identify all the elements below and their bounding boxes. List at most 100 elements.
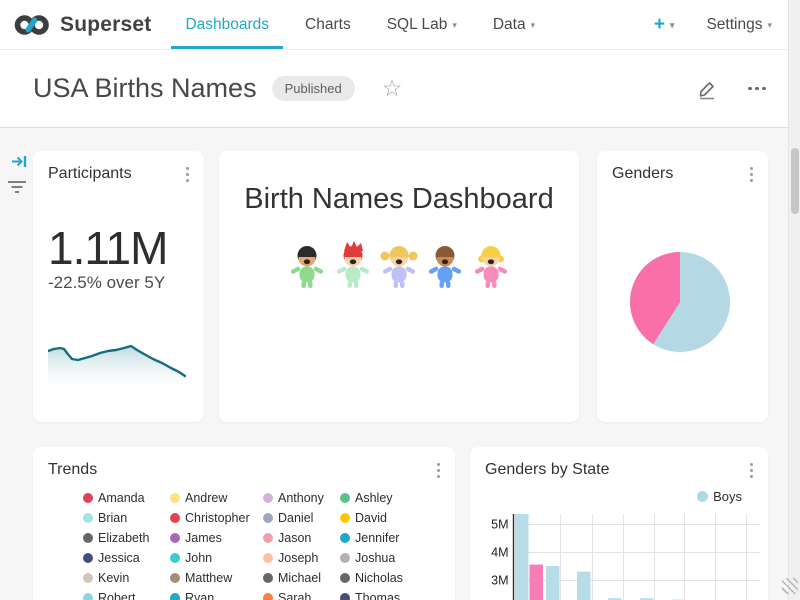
brand-name: Superset	[60, 13, 151, 37]
legend-item-david[interactable]: David	[340, 511, 435, 525]
filter-icon	[7, 180, 27, 194]
legend-item-john[interactable]: John	[170, 551, 263, 565]
legend-dot	[170, 493, 180, 503]
legend-item-thomas[interactable]: Thomas	[340, 591, 435, 600]
chevron-down-icon: ▾	[452, 20, 457, 31]
scrollbar-thumb[interactable]	[791, 148, 799, 214]
big-number-delta: -22.5% over 5Y	[48, 273, 165, 293]
card-title: Genders	[612, 165, 673, 183]
genders-pie-chart	[630, 252, 730, 352]
legend-item-jason[interactable]: Jason	[263, 531, 340, 545]
legend-label: Thomas	[355, 591, 400, 600]
legend-label: Andrew	[185, 491, 227, 505]
legend-item-jennifer[interactable]: Jennifer	[340, 531, 435, 545]
legend-label: Anthony	[278, 491, 324, 505]
legend-item-christopher[interactable]: Christopher	[170, 511, 263, 525]
superset-logo[interactable]: Superset	[14, 12, 151, 38]
settings-label: Settings	[706, 16, 762, 34]
legend-dot	[83, 533, 93, 543]
kids-illustration	[219, 241, 579, 291]
legend-item-nicholas[interactable]: Nicholas	[340, 571, 435, 585]
resize-handle[interactable]	[782, 578, 798, 594]
legend-item-andrew[interactable]: Andrew	[170, 491, 263, 505]
legend-dot	[170, 513, 180, 523]
card-menu-button[interactable]	[434, 460, 443, 481]
nav-item-label: Data	[493, 16, 526, 34]
hero-title: Birth Names Dashboard	[219, 183, 579, 216]
legend-label: John	[185, 551, 212, 565]
trends-card: Trends AmandaAndrewAnthonyAshleyBrianChr…	[33, 447, 455, 600]
settings-menu[interactable]: Settings ▾	[706, 16, 772, 34]
filter-list-button[interactable]	[7, 180, 27, 199]
legend-dot	[170, 593, 180, 600]
legend-item-joshua[interactable]: Joshua	[340, 551, 435, 565]
legend-item-kevin[interactable]: Kevin	[83, 571, 170, 585]
legend-item-daniel[interactable]: Daniel	[263, 511, 340, 525]
legend-dot	[263, 593, 273, 600]
legend-dot	[340, 573, 350, 583]
card-menu-button[interactable]	[183, 164, 192, 185]
legend-label: Jason	[278, 531, 311, 545]
more-actions-button[interactable]	[744, 83, 770, 95]
header-actions	[696, 78, 770, 100]
scrollbar-track[interactable]	[788, 0, 800, 600]
legend-dot	[83, 593, 93, 600]
superset-app: { "nav": { "brand": "Superset", "items":…	[0, 0, 800, 600]
legend-label: Matthew	[185, 571, 232, 585]
legend-label: Michael	[278, 571, 321, 585]
dashboard-grid: Participants 1.11M -22.5% over 5Y Birth …	[0, 128, 800, 600]
legend-item-james[interactable]: James	[170, 531, 263, 545]
legend-label: Brian	[98, 511, 127, 525]
edit-pencil-icon[interactable]	[696, 78, 718, 100]
bar-boy-2	[546, 566, 560, 600]
kid-figure-3	[378, 241, 420, 291]
expand-filter-bar-button[interactable]	[11, 153, 28, 175]
legend-item-anthony[interactable]: Anthony	[263, 491, 340, 505]
bar-girl-1	[530, 565, 544, 600]
legend-item-brian[interactable]: Brian	[83, 511, 170, 525]
nav-item-dashboards[interactable]: Dashboards	[185, 0, 269, 49]
big-number-value: 1.11M	[48, 221, 167, 275]
genders-card: Genders	[597, 151, 768, 422]
nav-item-sql-lab[interactable]: SQL Lab▾	[387, 0, 457, 49]
legend-label: Elizabeth	[98, 531, 149, 545]
published-badge[interactable]: Published	[272, 76, 355, 101]
top-nav: Superset DashboardsChartsSQL Lab▾Data▾ +…	[0, 0, 800, 50]
kid-figure-5	[470, 241, 512, 291]
nav-item-charts[interactable]: Charts	[305, 0, 351, 49]
bar-boy-0	[515, 514, 529, 600]
legend-item-ryan[interactable]: Ryan	[170, 591, 263, 600]
card-menu-button[interactable]	[747, 164, 756, 185]
hero-card: Birth Names Dashboard	[219, 151, 579, 422]
kid-figure-4	[424, 241, 466, 291]
legend-item-robert[interactable]: Robert	[83, 591, 170, 600]
legend-dot	[340, 533, 350, 543]
nav-item-label: Charts	[305, 16, 351, 34]
legend-label: Sarah	[278, 591, 311, 600]
legend-label: David	[355, 511, 387, 525]
card-title: Participants	[48, 165, 132, 183]
legend-dot	[263, 533, 273, 543]
legend-item-sarah[interactable]: Sarah	[263, 591, 340, 600]
bar-boy-3	[577, 572, 591, 600]
legend-item-amanda[interactable]: Amanda	[83, 491, 170, 505]
dashboard-header: USA Births Names Published ☆	[0, 50, 800, 128]
favorite-star-icon[interactable]: ☆	[382, 77, 403, 100]
legend-item-joseph[interactable]: Joseph	[263, 551, 340, 565]
legend-dot	[83, 513, 93, 523]
legend-item-michael[interactable]: Michael	[263, 571, 340, 585]
legend-item-elizabeth[interactable]: Elizabeth	[83, 531, 170, 545]
page-title: USA Births Names	[33, 73, 257, 104]
legend-dot	[170, 533, 180, 543]
nav-item-data[interactable]: Data▾	[493, 0, 535, 49]
add-new-button[interactable]: + ▾	[654, 14, 675, 36]
legend-item-ashley[interactable]: Ashley	[340, 491, 435, 505]
legend-dot	[263, 513, 273, 523]
chevron-down-icon: ▾	[670, 20, 675, 31]
legend-dot	[170, 553, 180, 563]
legend-dot	[83, 553, 93, 563]
legend-item-jessica[interactable]: Jessica	[83, 551, 170, 565]
legend-dot	[340, 553, 350, 563]
legend-item-matthew[interactable]: Matthew	[170, 571, 263, 585]
legend-dot	[263, 553, 273, 563]
